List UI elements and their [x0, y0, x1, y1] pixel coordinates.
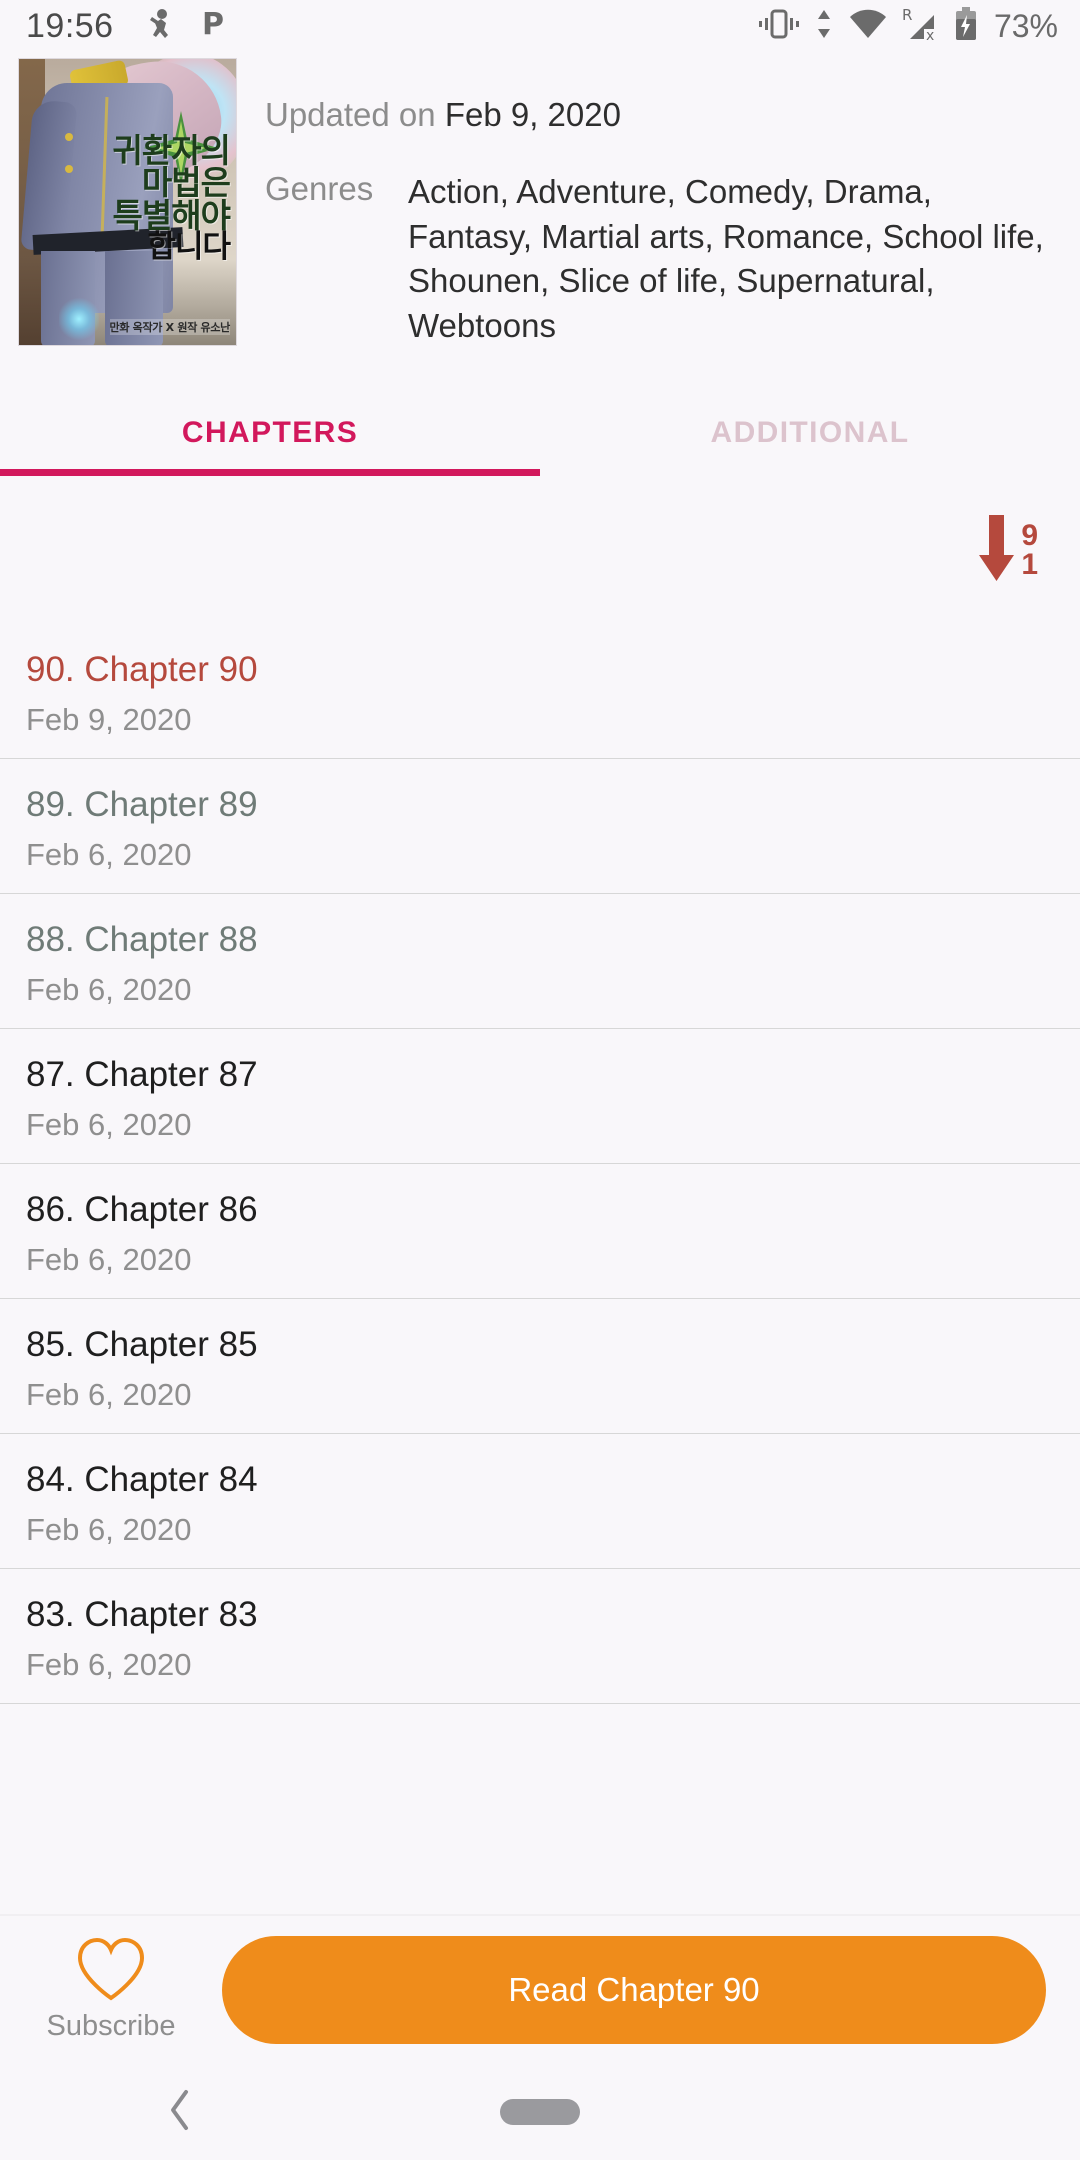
cover-magic-spark — [59, 297, 99, 341]
cover-title-line-2: 마법은 — [141, 163, 231, 203]
chapter-title: 90. Chapter 90 — [26, 650, 258, 690]
read-chapter-button[interactable]: Read Chapter 90 — [222, 1936, 1046, 2044]
chapter-list[interactable]: 90. Chapter 90 Feb 9, 2020 89. Chapter 8… — [0, 624, 1080, 1705]
cover-title-text: 귀환자의 마법은 특별해야 합니다 — [80, 134, 231, 265]
tab-additional[interactable]: ADDITIONAL — [540, 394, 1080, 476]
cover-title-line-3: 특별해야 — [112, 195, 231, 235]
back-button[interactable] — [0, 2089, 360, 2136]
svg-text:R: R — [902, 7, 912, 24]
wifi-icon — [848, 8, 888, 45]
table-row[interactable]: 90. Chapter 90 Feb 9, 2020 — [0, 624, 1080, 760]
tab-chapters[interactable]: CHAPTERS — [0, 394, 540, 476]
cover-button-lower — [65, 165, 73, 173]
status-bar: 19:56 P R x 73% — [0, 0, 1080, 52]
table-row[interactable]: 89. Chapter 89 Feb 6, 2020 — [0, 759, 1080, 895]
updated-row: Updated on Feb 9, 2020 — [265, 96, 1044, 134]
data-transfer-icon — [814, 8, 834, 45]
chapter-date: Feb 6, 2020 — [26, 1647, 192, 1683]
sort-range-digits: 9 1 — [1021, 518, 1038, 582]
vibrate-icon — [758, 8, 800, 45]
bottom-action-bar: Subscribe Read Chapter 90 — [0, 1916, 1080, 2064]
sort-digit-bottom: 1 — [1021, 548, 1038, 582]
subscribe-label: Subscribe — [46, 2010, 176, 2042]
table-row[interactable]: 83. Chapter 83 Feb 6, 2020 — [0, 1569, 1080, 1705]
chapter-date: Feb 6, 2020 — [26, 1242, 192, 1278]
roaming-signal-icon: R x — [902, 6, 940, 46]
p-app-icon: P — [202, 7, 230, 46]
chapter-title: 89. Chapter 89 — [26, 785, 258, 825]
tab-bar: CHAPTERS ADDITIONAL — [0, 394, 1080, 477]
svg-text:x: x — [926, 28, 934, 41]
home-button[interactable] — [360, 2099, 720, 2125]
chapter-title: 88. Chapter 88 — [26, 920, 258, 960]
genres-row: Genres Action, Adventure, Comedy, Drama,… — [265, 170, 1044, 348]
notification-icons: P — [148, 7, 230, 46]
cover-credits: 만화 옥작가 X 원작 유소난 — [109, 319, 230, 335]
chapter-date: Feb 6, 2020 — [26, 837, 192, 873]
chapter-date: Feb 9, 2020 — [26, 702, 192, 738]
heart-outline-icon — [75, 1937, 147, 2008]
series-header: 귀환자의 마법은 특별해야 합니다 만화 옥작가 X 원작 유소난 Update… — [0, 52, 1080, 348]
series-metadata: Updated on Feb 9, 2020 Genres Action, Ad… — [237, 58, 1080, 348]
sort-descending-icon — [977, 511, 1017, 590]
chapter-title: 84. Chapter 84 — [26, 1460, 258, 1500]
person-running-icon — [148, 8, 176, 45]
charging-battery-icon — [954, 6, 978, 46]
android-navigation-bar — [0, 2064, 1080, 2160]
svg-text:P: P — [202, 7, 224, 41]
chapter-date: Feb 6, 2020 — [26, 1107, 192, 1143]
tab-active-indicator — [0, 469, 540, 477]
subscribe-button[interactable]: Subscribe — [0, 1937, 222, 2043]
back-chevron-icon — [167, 2089, 193, 2136]
status-bar-clock: 19:56 — [26, 6, 114, 45]
system-status-icons: R x 73% — [758, 6, 1058, 46]
sort-row: 9 1 — [0, 476, 1080, 624]
chapter-title: 85. Chapter 85 — [26, 1325, 258, 1365]
table-row[interactable]: 86. Chapter 86 Feb 6, 2020 — [0, 1164, 1080, 1300]
chapter-date: Feb 6, 2020 — [26, 1512, 192, 1548]
chapter-title: 86. Chapter 86 — [26, 1190, 258, 1230]
table-row[interactable]: 85. Chapter 85 Feb 6, 2020 — [0, 1299, 1080, 1435]
battery-percentage: 73% — [993, 7, 1058, 44]
updated-value: Feb 9, 2020 — [444, 96, 621, 133]
home-pill-icon — [499, 2099, 580, 2125]
genres-label: Genres — [265, 170, 374, 207]
cover-button-upper — [65, 133, 73, 141]
table-row[interactable]: 84. Chapter 84 Feb 6, 2020 — [0, 1434, 1080, 1570]
table-row[interactable]: 88. Chapter 88 Feb 6, 2020 — [0, 894, 1080, 1030]
sort-digit-top: 9 — [1021, 518, 1038, 552]
sort-order-button[interactable]: 9 1 — [977, 511, 1038, 590]
genres-value: Action, Adventure, Comedy, Drama, Fantas… — [408, 173, 1044, 344]
updated-label: Updated on — [265, 96, 436, 133]
chapter-title: 87. Chapter 87 — [26, 1055, 258, 1095]
table-row[interactable]: 87. Chapter 87 Feb 6, 2020 — [0, 1029, 1080, 1165]
chapter-date: Feb 6, 2020 — [26, 972, 192, 1008]
cover-title-line-4: 합니다 — [147, 228, 231, 265]
chapter-title: 83. Chapter 83 — [26, 1595, 258, 1635]
chapter-date: Feb 6, 2020 — [26, 1377, 192, 1413]
cover-thumbnail[interactable]: 귀환자의 마법은 특별해야 합니다 만화 옥작가 X 원작 유소난 — [18, 58, 237, 346]
